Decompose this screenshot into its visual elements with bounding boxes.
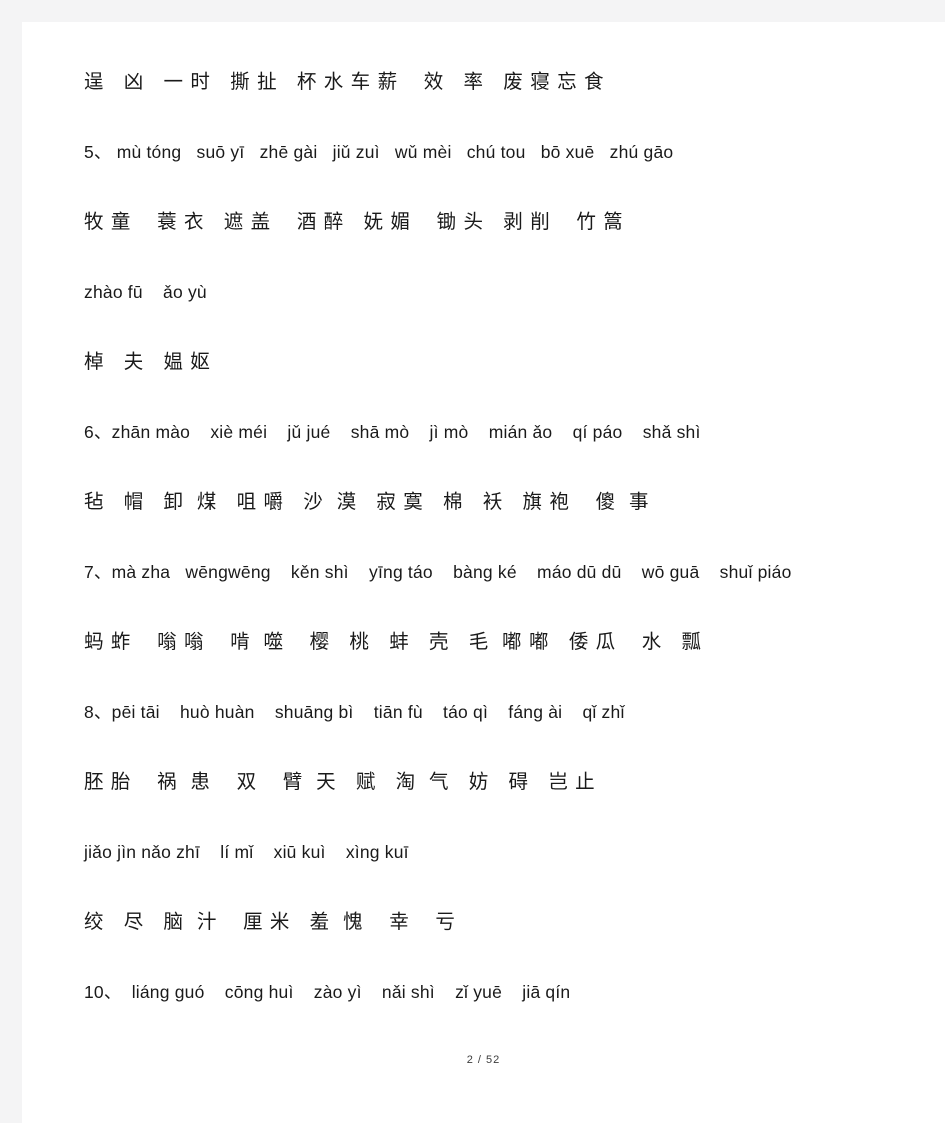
document-page: 逞 凶 一 时 撕 扯 杯 水 车 薪 效 率 废 寝 忘 食 5、 mù tó… [0, 0, 945, 1123]
document-body: 逞 凶 一 时 撕 扯 杯 水 车 薪 效 率 废 寝 忘 食 5、 mù tó… [22, 22, 945, 1028]
text-line: 牧 童 蓑 衣 遮 盖 酒 醉 妩 媚 锄 头 剥 削 竹 篙 [84, 211, 624, 234]
text-line: 毡 帽 卸 煤 咀 嚼 沙 漠 寂 寞 棉 袄 旗 袍 傻 事 [84, 491, 650, 514]
text-line: zhào fū ǎo yù [84, 282, 207, 303]
text-line: 绞 尽 脑 汁 厘 米 羞 愧 幸 亏 [84, 911, 456, 934]
text-line: 蚂 蚱 嗡 嗡 啃 噬 樱 桃 蚌 壳 毛 嘟 嘟 倭 瓜 水 瓢 [84, 631, 703, 654]
text-line: 5、 mù tóng suō yī zhē gài jiǔ zuì wǔ mèi… [84, 142, 674, 163]
text-line: jiǎo jìn nǎo zhī lí mǐ xiū kuì xìng kuī [84, 842, 409, 863]
page-sheet: 逞 凶 一 时 撕 扯 杯 水 车 薪 效 率 废 寝 忘 食 5、 mù tó… [22, 22, 945, 1123]
text-line: 6、zhān mào xiè méi jǔ jué shā mò jì mò m… [84, 422, 701, 443]
text-line: 7、mà zha wēngwēng kěn shì yīng táo bàng … [84, 562, 792, 583]
text-line: 逞 凶 一 时 撕 扯 杯 水 车 薪 效 率 废 寝 忘 食 [84, 71, 605, 94]
page-gutter-top [0, 0, 945, 22]
text-line: 棹 夫 媪 妪 [84, 351, 211, 374]
text-line: 胚 胎 祸 患 双 臂 天 赋 淘 气 妨 碍 岂 止 [84, 771, 596, 794]
page-number: 2 / 52 [466, 1054, 501, 1066]
text-line: 8、pēi tāi huò huàn shuāng bì tiān fù táo… [84, 702, 625, 723]
text-line: 10、 liáng guó cōng huì zào yì nǎi shì zǐ… [84, 982, 571, 1003]
page-gutter-left [0, 0, 22, 1123]
